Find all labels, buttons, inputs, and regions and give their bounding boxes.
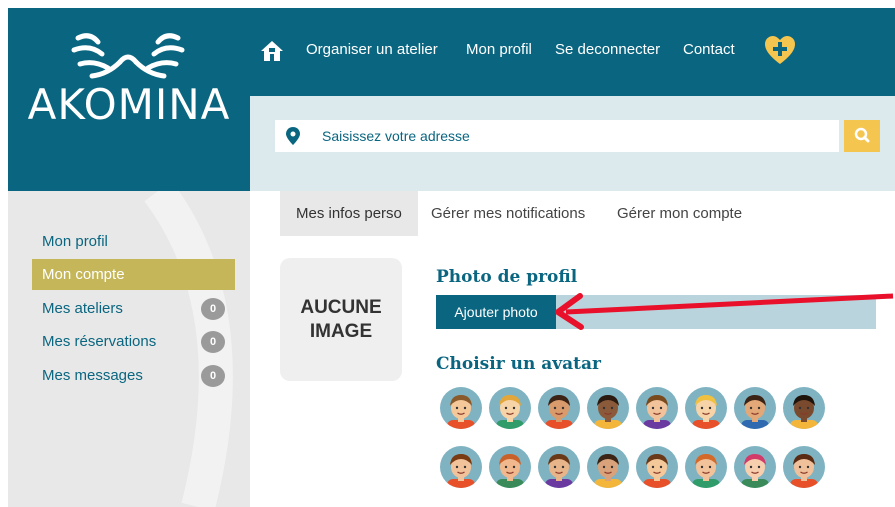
avatar-face-icon[interactable]: [684, 386, 728, 430]
avatar-face-icon[interactable]: [733, 445, 777, 489]
avatar-face-icon[interactable]: [586, 386, 630, 430]
avatar-face-icon[interactable]: [684, 445, 728, 489]
sidebar-item-label: Mes messages: [42, 367, 143, 384]
count-badge: 0: [201, 331, 225, 353]
avatar-section-title: Choisir un avatar: [436, 354, 601, 374]
nav-organiser-atelier[interactable]: Organiser un atelier: [306, 41, 438, 58]
location-pin-icon: [286, 127, 300, 145]
red-arrow-annotation: [555, 293, 894, 330]
top-navigation: Organiser un atelier Mon profil Se decon…: [250, 8, 895, 96]
no-image-line1: AUCUNE: [300, 296, 382, 318]
avatar-face-icon[interactable]: [537, 445, 581, 489]
sidebar-item-label: Mes réservations: [42, 333, 157, 350]
avatar-face-icon[interactable]: [537, 386, 581, 430]
avatar-face-icon[interactable]: [782, 445, 826, 489]
photo-section-title: Photo de profil: [436, 267, 578, 287]
search-placeholder: Saisissez votre adresse: [322, 128, 470, 144]
tab-gerer-notifications[interactable]: Gérer mes notifications: [431, 191, 585, 236]
sidebar-item-mes-ateliers[interactable]: Mes ateliers 0: [32, 293, 235, 324]
avatar-face-icon[interactable]: [488, 386, 532, 430]
avatar-face-icon[interactable]: [635, 445, 679, 489]
sidebar-item-mes-reservations[interactable]: Mes réservations 0: [32, 326, 235, 357]
brand-name: AKOMINA: [27, 80, 231, 129]
logo[interactable]: AKOMINA: [8, 8, 250, 191]
count-badge: 0: [201, 365, 225, 387]
avatar-face-icon[interactable]: [635, 386, 679, 430]
sidebar-item-mon-profil[interactable]: Mon profil: [32, 226, 235, 257]
address-search-input[interactable]: Saisissez votre adresse: [275, 120, 839, 152]
search-band: Saisissez votre adresse: [250, 96, 895, 191]
heart-plus-icon[interactable]: [764, 36, 796, 66]
count-badge: 0: [201, 298, 225, 320]
sidebar-item-label: Mon profil: [42, 233, 108, 250]
sidebar: Mon profil Mon compte Mes ateliers 0 Mes…: [8, 191, 250, 507]
sidebar-item-mes-messages[interactable]: Mes messages 0: [32, 360, 235, 391]
avatar-face-icon[interactable]: [439, 386, 483, 430]
avatar-face-icon[interactable]: [733, 386, 777, 430]
sidebar-item-label: Mon compte: [42, 266, 125, 283]
sidebar-item-mon-compte[interactable]: Mon compte: [32, 259, 235, 290]
sidebar-item-label: Mes ateliers: [42, 300, 123, 317]
nav-se-deconnecter[interactable]: Se deconnecter: [555, 41, 660, 58]
avatar-face-icon[interactable]: [488, 445, 532, 489]
logo-hands-icon: [71, 33, 185, 79]
no-image-line2: IMAGE: [309, 320, 373, 342]
search-button[interactable]: [844, 120, 880, 152]
add-photo-button[interactable]: Ajouter photo: [436, 295, 556, 329]
page-frame: AKOMINA Organiser un atelier Mon profil …: [8, 8, 895, 507]
search-icon: [854, 127, 870, 143]
nav-contact[interactable]: Contact: [683, 41, 735, 58]
avatar-face-icon[interactable]: [586, 445, 630, 489]
tab-mes-infos-perso[interactable]: Mes infos perso: [280, 191, 418, 236]
avatar-face-icon[interactable]: [439, 445, 483, 489]
profile-image-placeholder: AUCUNE IMAGE: [280, 258, 402, 381]
tab-gerer-compte[interactable]: Gérer mon compte: [617, 191, 742, 236]
nav-mon-profil[interactable]: Mon profil: [466, 41, 532, 58]
home-icon[interactable]: [260, 39, 284, 63]
avatar-face-icon[interactable]: [782, 386, 826, 430]
